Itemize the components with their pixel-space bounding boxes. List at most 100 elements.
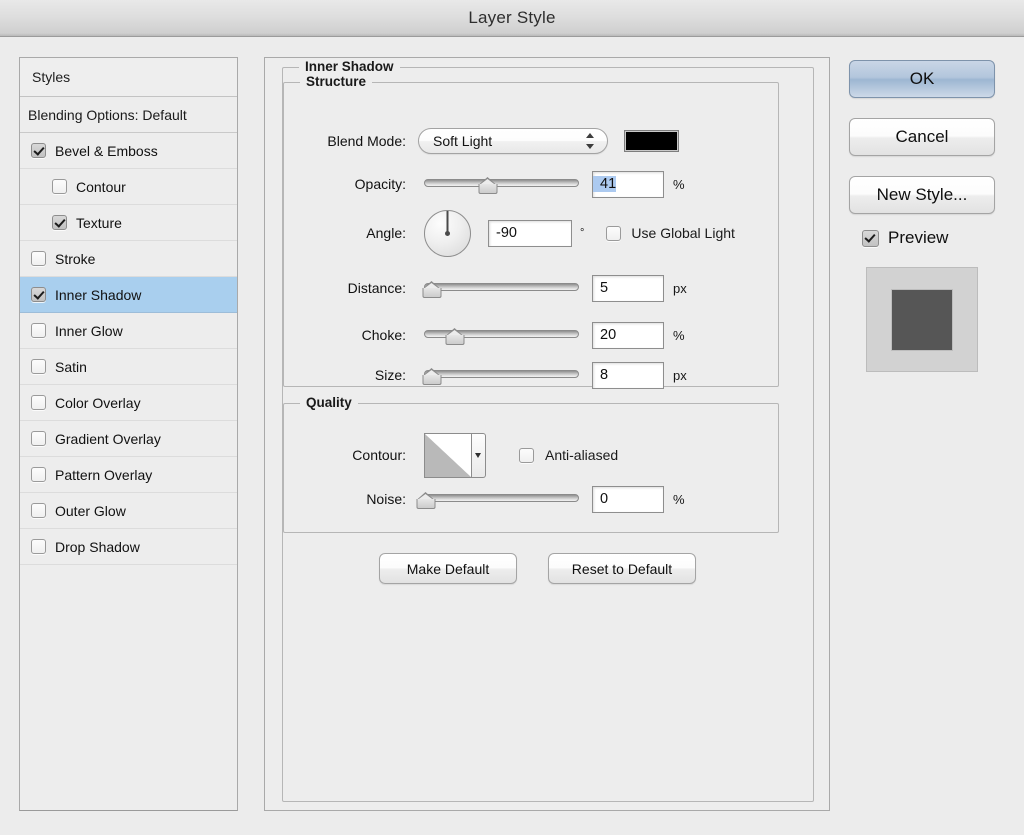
noise-input[interactable]: 0 bbox=[592, 485, 664, 513]
sidebar-item-label: Drop Shadow bbox=[55, 538, 140, 555]
choke-label: Choke: bbox=[361, 327, 406, 343]
blend-mode-select[interactable]: Soft Light bbox=[418, 128, 608, 154]
checkbox-contour[interactable] bbox=[52, 179, 67, 194]
window-title: Layer Style bbox=[468, 8, 556, 27]
window-titlebar: Layer Style bbox=[0, 0, 1024, 37]
chevron-updown-icon bbox=[586, 132, 595, 150]
angle-dial-center bbox=[445, 230, 450, 236]
checkbox-outer-glow[interactable] bbox=[31, 503, 46, 518]
reset-to-default-label: Reset to Default bbox=[571, 560, 673, 577]
opacity-slider-track bbox=[424, 179, 579, 187]
preview-toggle[interactable]: Preview bbox=[862, 228, 948, 248]
size-input[interactable]: 8 bbox=[592, 361, 664, 389]
contour-picker[interactable] bbox=[424, 432, 486, 478]
group-structure-title: Structure bbox=[300, 74, 373, 89]
blend-mode-label: Blend Mode: bbox=[327, 133, 406, 149]
opacity-unit: % bbox=[673, 176, 685, 192]
ok-button[interactable]: OK bbox=[849, 60, 995, 98]
sidebar-item-satin[interactable]: Satin bbox=[20, 349, 237, 385]
size-slider-track bbox=[424, 370, 579, 378]
opacity-value: 41 bbox=[593, 176, 617, 192]
sidebar-item-contour[interactable]: Contour bbox=[20, 169, 237, 205]
checkbox-anti-aliased[interactable] bbox=[519, 447, 534, 463]
checkbox-satin[interactable] bbox=[31, 359, 46, 374]
noise-label: Noise: bbox=[366, 491, 406, 507]
sidebar-item-gradient-overlay[interactable]: Gradient Overlay bbox=[20, 421, 237, 457]
checkbox-stroke[interactable] bbox=[31, 251, 46, 266]
choke-slider[interactable] bbox=[424, 324, 579, 346]
row-contour: Contour: Anti-aliased bbox=[284, 431, 760, 479]
settings-panel: Inner Shadow Structure Blend Mode: Soft … bbox=[264, 57, 830, 811]
noise-slider-thumb[interactable] bbox=[416, 492, 436, 509]
distance-input[interactable]: 5 bbox=[592, 274, 664, 302]
row-distance: Distance: 5 px bbox=[284, 274, 760, 302]
ok-label: OK bbox=[909, 69, 935, 88]
checkbox-bevel-emboss[interactable] bbox=[31, 143, 46, 158]
group-structure: Structure Blend Mode: Soft Light Opacity… bbox=[283, 74, 779, 389]
checkbox-color-overlay[interactable] bbox=[31, 395, 46, 410]
opacity-input[interactable]: 41 bbox=[592, 170, 664, 198]
row-angle: Angle: -90 ° Use Global Light bbox=[284, 208, 760, 258]
new-style-button[interactable]: New Style... bbox=[849, 176, 995, 214]
angle-label: Angle: bbox=[366, 225, 406, 241]
group-inner-shadow-title: Inner Shadow bbox=[299, 59, 400, 74]
sidebar-empty-area bbox=[20, 565, 237, 785]
choke-value: 20 bbox=[600, 327, 617, 343]
sidebar-item-label: Stroke bbox=[55, 250, 96, 267]
size-label: Size: bbox=[374, 367, 406, 383]
cancel-button[interactable]: Cancel bbox=[849, 118, 995, 156]
sidebar-item-label: Bevel & Emboss bbox=[55, 142, 158, 159]
checkbox-inner-glow[interactable] bbox=[31, 323, 46, 338]
sidebar-item-pattern-overlay[interactable]: Pattern Overlay bbox=[20, 457, 237, 493]
size-unit: px bbox=[673, 367, 687, 383]
opacity-slider-thumb[interactable] bbox=[478, 177, 498, 194]
cancel-label: Cancel bbox=[895, 127, 949, 146]
opacity-slider[interactable] bbox=[424, 173, 579, 195]
checkbox-texture[interactable] bbox=[52, 215, 67, 230]
sidebar-item-inner-glow[interactable]: Inner Glow bbox=[20, 313, 237, 349]
make-default-button[interactable]: Make Default bbox=[379, 553, 517, 584]
sidebar-item-color-overlay[interactable]: Color Overlay bbox=[20, 385, 237, 421]
distance-value: 5 bbox=[600, 280, 609, 296]
sidebar-item-label: Inner Shadow bbox=[55, 286, 142, 303]
distance-slider[interactable] bbox=[422, 277, 579, 299]
choke-input[interactable]: 20 bbox=[592, 321, 664, 349]
sidebar-item-texture[interactable]: Texture bbox=[20, 205, 237, 241]
distance-slider-thumb[interactable] bbox=[422, 281, 442, 298]
checkbox-pattern-overlay[interactable] bbox=[31, 467, 46, 482]
contour-preview bbox=[424, 432, 472, 478]
reset-to-default-button[interactable]: Reset to Default bbox=[548, 553, 696, 584]
blend-mode-value: Soft Light bbox=[433, 133, 493, 149]
preview-label: Preview bbox=[888, 228, 949, 247]
noise-slider[interactable] bbox=[416, 488, 579, 510]
choke-slider-thumb[interactable] bbox=[445, 328, 465, 345]
checkbox-inner-shadow[interactable] bbox=[31, 287, 46, 302]
angle-dial[interactable] bbox=[424, 209, 471, 257]
sidebar-item-drop-shadow[interactable]: Drop Shadow bbox=[20, 529, 237, 565]
sidebar-item-outer-glow[interactable]: Outer Glow bbox=[20, 493, 237, 529]
choke-unit: % bbox=[673, 327, 685, 343]
blending-options-label: Blending Options: Default bbox=[28, 107, 187, 123]
checkbox-drop-shadow[interactable] bbox=[31, 539, 46, 554]
checkbox-preview[interactable] bbox=[862, 229, 879, 247]
preview-shape bbox=[891, 288, 953, 351]
size-slider-thumb[interactable] bbox=[422, 368, 442, 385]
group-quality: Quality Contour: Anti-aliased Noise: 0 % bbox=[283, 395, 779, 533]
sidebar-item-label: Outer Glow bbox=[55, 502, 126, 519]
new-style-label: New Style... bbox=[876, 185, 968, 204]
sidebar-item-label: Contour bbox=[76, 178, 126, 195]
angle-input[interactable]: -90 bbox=[488, 219, 572, 247]
sidebar-item-bevel-emboss[interactable]: Bevel & Emboss bbox=[20, 133, 237, 169]
sidebar-item-inner-shadow[interactable]: Inner Shadow bbox=[20, 277, 237, 313]
shadow-color-swatch[interactable] bbox=[624, 130, 679, 152]
sidebar-item-label: Color Overlay bbox=[55, 394, 141, 411]
checkbox-use-global-light[interactable] bbox=[606, 225, 622, 241]
size-slider[interactable] bbox=[422, 364, 579, 386]
checkbox-gradient-overlay[interactable] bbox=[31, 431, 46, 446]
sidebar-item-blending-options[interactable]: Blending Options: Default bbox=[20, 97, 237, 133]
sidebar-item-stroke[interactable]: Stroke bbox=[20, 241, 237, 277]
use-global-light-label: Use Global Light bbox=[631, 225, 735, 241]
chevron-down-icon[interactable] bbox=[472, 432, 486, 478]
angle-unit: ° bbox=[580, 227, 585, 239]
sidebar-item-label: Inner Glow bbox=[55, 322, 123, 339]
